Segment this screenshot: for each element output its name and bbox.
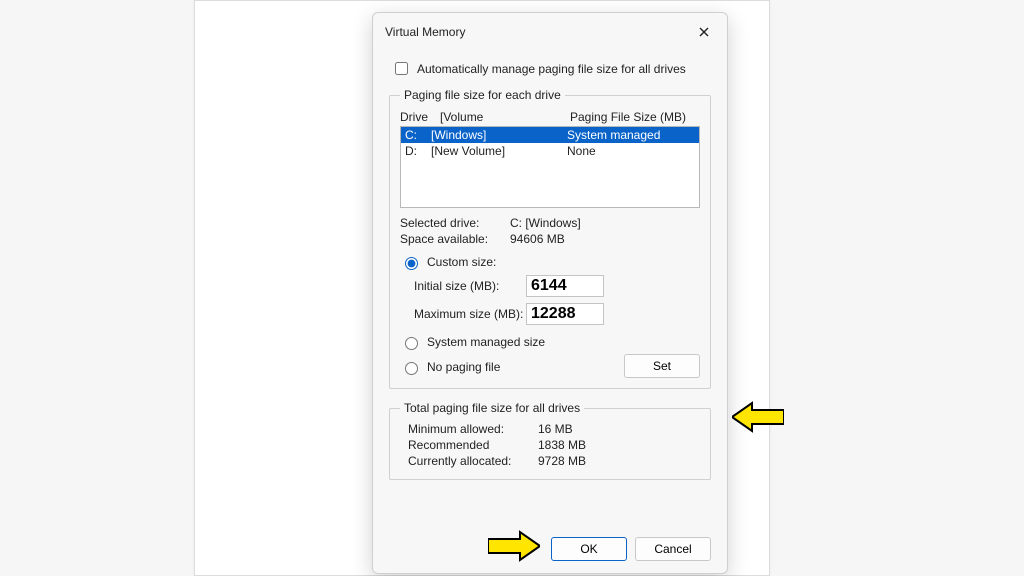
- system-managed-radio[interactable]: [405, 337, 418, 350]
- drive-letter: D:: [403, 143, 431, 159]
- hdr-drive: Drive: [400, 110, 440, 124]
- drive-paging-size: System managed: [567, 127, 697, 143]
- space-available-value: 94606 MB: [510, 232, 565, 246]
- hdr-size: Paging File Size (MB): [570, 110, 700, 124]
- initial-size-label: Initial size (MB):: [400, 279, 526, 293]
- no-paging-label: No paging file: [427, 360, 500, 374]
- min-allowed-label: Minimum allowed:: [408, 422, 538, 436]
- group2-legend: Total paging file size for all drives: [400, 401, 584, 415]
- hdr-volume: [Volume: [440, 110, 570, 124]
- group1-legend: Paging file size for each drive: [400, 88, 565, 102]
- selected-drive-row: Selected drive: C: [Windows]: [400, 208, 700, 230]
- no-paging-option[interactable]: No paging file: [400, 355, 624, 377]
- set-button[interactable]: Set: [624, 354, 700, 378]
- drive-volume: [Windows]: [431, 127, 567, 143]
- recommended-label: Recommended: [408, 438, 538, 452]
- currently-allocated-label: Currently allocated:: [408, 454, 538, 468]
- drive-list[interactable]: C: [Windows] System managed D: [New Volu…: [400, 126, 700, 208]
- auto-manage-checkbox[interactable]: [395, 62, 408, 75]
- custom-size-option[interactable]: Custom size:: [400, 246, 700, 272]
- paging-per-drive-group: Paging file size for each drive Drive [V…: [389, 88, 711, 389]
- maximum-size-input[interactable]: [526, 303, 604, 325]
- initial-size-input[interactable]: [526, 275, 604, 297]
- space-available-label: Space available:: [400, 232, 510, 246]
- auto-manage-row[interactable]: Automatically manage paging file size fo…: [389, 53, 711, 82]
- auto-manage-label: Automatically manage paging file size fo…: [417, 62, 686, 76]
- currently-allocated-row: Currently allocated: 9728 MB: [400, 453, 700, 469]
- drive-volume: [New Volume]: [431, 143, 567, 159]
- close-button[interactable]: [691, 21, 717, 43]
- total-paging-group: Total paging file size for all drives Mi…: [389, 401, 711, 480]
- drive-paging-size: None: [567, 143, 697, 159]
- maximum-size-label: Maximum size (MB):: [400, 307, 526, 321]
- space-available-row: Space available: 94606 MB: [400, 230, 700, 246]
- selected-drive-value: C: [Windows]: [510, 216, 581, 230]
- close-icon: [699, 27, 709, 37]
- virtual-memory-dialog: Virtual Memory Automatically manage pagi…: [372, 12, 728, 574]
- drive-letter: C:: [403, 127, 431, 143]
- selected-drive-label: Selected drive:: [400, 216, 510, 230]
- drive-list-headers: Drive [Volume Paging File Size (MB): [400, 108, 700, 126]
- cancel-button[interactable]: Cancel: [635, 537, 711, 561]
- recommended-row: Recommended 1838 MB: [400, 437, 700, 453]
- no-paging-radio[interactable]: [405, 362, 418, 375]
- custom-size-radio[interactable]: [405, 257, 418, 270]
- maximum-size-row: Maximum size (MB):: [400, 300, 700, 328]
- drive-row-c[interactable]: C: [Windows] System managed: [401, 127, 699, 143]
- dialog-buttons: OK Cancel: [373, 529, 727, 573]
- initial-size-row: Initial size (MB):: [400, 272, 700, 300]
- recommended-value: 1838 MB: [538, 438, 586, 452]
- system-managed-label: System managed size: [427, 335, 545, 349]
- custom-size-label: Custom size:: [427, 255, 496, 269]
- ok-button[interactable]: OK: [551, 537, 627, 561]
- currently-allocated-value: 9728 MB: [538, 454, 586, 468]
- titlebar: Virtual Memory: [373, 13, 727, 49]
- min-allowed-value: 16 MB: [538, 422, 573, 436]
- min-allowed-row: Minimum allowed: 16 MB: [400, 421, 700, 437]
- window-title: Virtual Memory: [385, 25, 691, 39]
- drive-row-d[interactable]: D: [New Volume] None: [401, 143, 699, 159]
- system-managed-option[interactable]: System managed size: [400, 328, 700, 352]
